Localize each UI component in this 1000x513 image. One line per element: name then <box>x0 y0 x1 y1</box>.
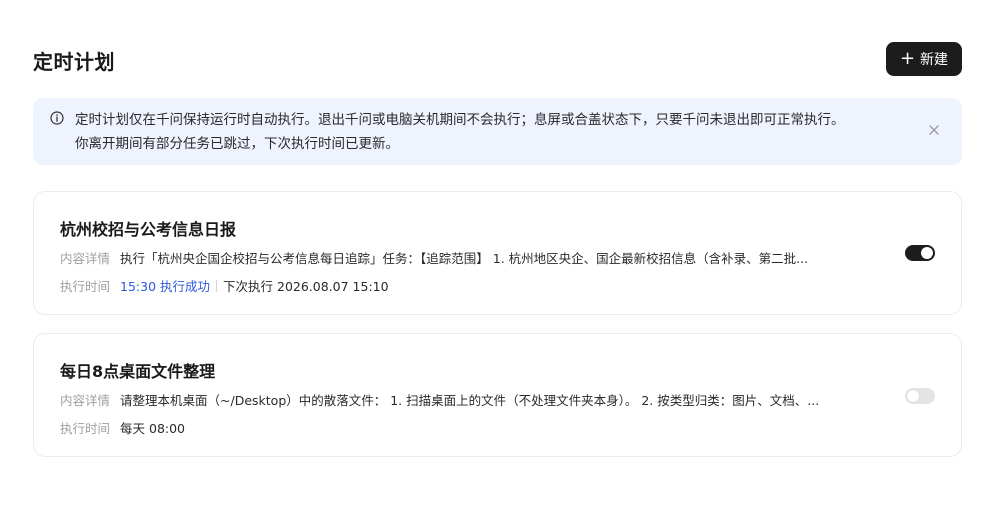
info-notice-banner: 定时计划仅在千问保持运行时自动执行。退出千问或电脑关机期间不会执行；息屏或合盖状… <box>33 98 962 165</box>
notice-line-1: 定时计划仅在千问保持运行时自动执行。退出千问或电脑关机期间不会执行；息屏或合盖状… <box>75 112 845 128</box>
plan-card[interactable]: 杭州校招与公考信息日报 内容详情 执行「杭州央企国企校招与公考信息每日追踪」任务… <box>33 191 962 315</box>
toggle-knob <box>921 247 933 259</box>
scheduled-plans-page: 定时计划 + 新建 定时计划仅在千问保持运行时自动执行。退出千问或电脑关机期间不… <box>0 0 1000 513</box>
plan-detail-text: 请整理本机桌面（~/Desktop）中的散落文件： 1. 扫描桌面上的文件（不处… <box>120 393 820 408</box>
last-run-status: 15:30 执行成功 <box>120 279 211 294</box>
plus-icon: + <box>899 48 916 69</box>
plan-detail-text: 执行「杭州央企国企校招与公考信息每日追踪」任务：【追踪范围】 1. 杭州地区央企… <box>120 251 809 266</box>
detail-label: 内容详情 <box>60 393 111 408</box>
detail-label: 内容详情 <box>60 251 111 266</box>
plan-title: 每日8点桌面文件整理 <box>60 362 216 381</box>
time-label: 执行时间 <box>60 279 111 294</box>
plan-enable-toggle[interactable] <box>905 388 935 404</box>
next-run-time: 下次执行 2026.08.07 15:10 <box>223 279 389 294</box>
notice-text: 定时计划仅在千问保持运行时自动执行。退出千问或电脑关机期间不会执行；息屏或合盖状… <box>75 108 925 156</box>
schedule-time: 每天 08:00 <box>120 421 186 436</box>
plan-title: 杭州校招与公考信息日报 <box>60 220 237 239</box>
plan-time-row: 执行时间 15:30 执行成功 下次执行 2026.08.07 15:10 <box>60 276 389 295</box>
new-plan-button-label: 新建 <box>920 52 949 68</box>
plan-detail-row: 内容详情 执行「杭州央企国企校招与公考信息每日追踪」任务：【追踪范围】 1. 杭… <box>60 248 820 267</box>
close-icon[interactable] <box>928 124 940 136</box>
toggle-knob <box>907 390 919 402</box>
new-plan-button[interactable]: + 新建 <box>886 42 962 76</box>
plan-enable-toggle[interactable] <box>905 245 935 261</box>
info-icon <box>50 111 64 125</box>
time-label: 执行时间 <box>60 421 111 436</box>
page-header: 定时计划 + 新建 <box>33 42 962 76</box>
time-divider <box>216 279 218 292</box>
plan-time-row: 执行时间 每天 08:00 <box>60 418 185 437</box>
page-title: 定时计划 <box>33 50 115 74</box>
notice-line-2: 你离开期间有部分任务已跳过，下次执行时间已更新。 <box>75 136 399 152</box>
plan-card[interactable]: 每日8点桌面文件整理 内容详情 请整理本机桌面（~/Desktop）中的散落文件… <box>33 333 962 457</box>
plan-detail-row: 内容详情 请整理本机桌面（~/Desktop）中的散落文件： 1. 扫描桌面上的… <box>60 390 820 409</box>
